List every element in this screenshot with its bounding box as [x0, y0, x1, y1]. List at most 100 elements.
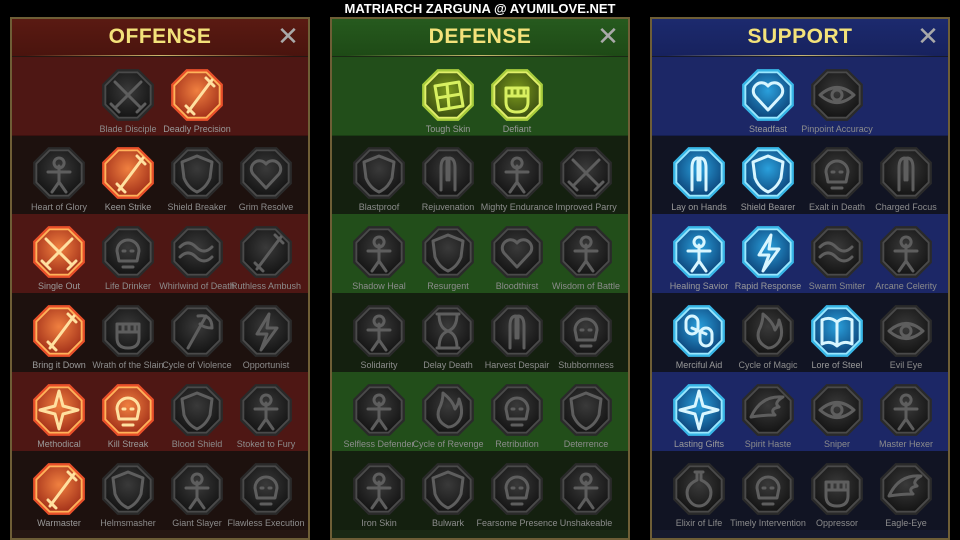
skill-lay-on-hands[interactable]: Lay on Hands: [664, 144, 734, 222]
skill-lore-of-steel[interactable]: Lore of Steel: [802, 302, 872, 380]
skill-harvest-despair[interactable]: Harvest Despair: [482, 302, 552, 380]
support-close-button[interactable]: ✕: [916, 23, 940, 49]
skill-cycle-of-revenge[interactable]: Cycle of Revenge: [412, 381, 484, 459]
skill-rejuvenation[interactable]: Rejuvenation: [413, 144, 483, 222]
skill-deadly-precision[interactable]: Deadly Precision: [162, 66, 232, 144]
skill-evil-eye[interactable]: Evil Eye: [871, 302, 941, 380]
skill-keen-strike[interactable]: Keen Strike: [93, 144, 163, 222]
defense-panel: DEFENSE ✕ Tough Skin Defiant Blastproof Rej…: [330, 17, 630, 540]
skill-bring-it-down[interactable]: Bring it Down: [24, 302, 94, 380]
skill-master-hexer[interactable]: Master Hexer: [871, 381, 941, 459]
hand-sword-icon: [30, 302, 88, 360]
skill-opportunist[interactable]: Opportunist: [231, 302, 301, 380]
skill-whirlwind-of-death[interactable]: Whirlwind of Death: [159, 223, 235, 301]
skill-spirit-haste[interactable]: Spirit Haste: [733, 381, 803, 459]
skill-bloodthirst[interactable]: Bloodthirst: [482, 223, 552, 301]
skill-rapid-response[interactable]: Rapid Response: [733, 223, 803, 301]
support-panel-title: SUPPORT: [747, 25, 853, 48]
skill-shield-bearer[interactable]: Shield Bearer: [733, 144, 803, 222]
heart-sparkle-icon: [739, 66, 797, 124]
skill-single-out[interactable]: Single Out: [24, 223, 94, 301]
skill-wrath-of-the-slain[interactable]: Wrath of the Slain: [92, 302, 164, 380]
skill-swarm-smiter[interactable]: Swarm Smiter: [802, 223, 872, 301]
armor-plates-icon: [419, 66, 477, 124]
skill-selfless-defender[interactable]: Selfless Defender: [343, 381, 415, 459]
sword-shield-icon: [168, 381, 226, 439]
skill-heart-of-glory[interactable]: Heart of Glory: [24, 144, 94, 222]
skill-eagle-eye[interactable]: Eagle-Eye: [871, 460, 941, 538]
skill-elixir-of-life[interactable]: Elixir of Life: [664, 460, 734, 538]
potion-icon: [670, 460, 728, 518]
skill-warmaster[interactable]: Warmaster: [24, 460, 94, 538]
skill-wisdom-of-battle[interactable]: Wisdom of Battle: [551, 223, 621, 301]
skill-arcane-celerity[interactable]: Arcane Celerity: [871, 223, 941, 301]
crowd-icon: [350, 302, 408, 360]
skill-grim-resolve[interactable]: Grim Resolve: [231, 144, 301, 222]
skill-pinpoint-accuracy[interactable]: Pinpoint Accuracy: [801, 66, 873, 144]
sparkle-sword-icon: [30, 460, 88, 518]
skill-unshakeable[interactable]: Unshakeable: [551, 460, 621, 538]
broken-heart-icon: [237, 144, 295, 202]
skill-delay-death[interactable]: Delay Death: [413, 302, 483, 380]
skill-label: Stoked to Fury: [236, 439, 296, 449]
skill-healing-savior[interactable]: Healing Savior: [664, 223, 734, 301]
skill-solidarity[interactable]: Solidarity: [344, 302, 414, 380]
skill-fearsome-presence[interactable]: Fearsome Presence: [476, 460, 558, 538]
skill-sniper[interactable]: Sniper: [802, 381, 872, 459]
skill-flawless-execution[interactable]: Flawless Execution: [227, 460, 305, 538]
defense-close-button[interactable]: ✕: [596, 23, 620, 49]
skill-merciful-aid[interactable]: Merciful Aid: [664, 302, 734, 380]
eye-target-icon: [808, 381, 866, 439]
radiant-shield-icon: [739, 144, 797, 202]
skill-deterrence[interactable]: Deterrence: [551, 381, 621, 459]
strongman-icon: [557, 460, 615, 518]
skill-label: Ruthless Ambush: [230, 281, 302, 291]
skill-resurgent[interactable]: Resurgent: [413, 223, 483, 301]
skill-shield-breaker[interactable]: Shield Breaker: [162, 144, 232, 222]
skill-label: Arcane Celerity: [875, 281, 937, 291]
skill-kill-streak[interactable]: Kill Streak: [93, 381, 163, 459]
skill-blastproof[interactable]: Blastproof: [344, 144, 414, 222]
skill-iron-skin[interactable]: Iron Skin: [344, 460, 414, 538]
skill-tough-skin[interactable]: Tough Skin: [413, 66, 483, 144]
charged-hand-icon: [877, 144, 935, 202]
support-panel: SUPPORT ✕ Steadfast Pinpoint Accuracy Lay …: [650, 17, 950, 540]
skill-ruthless-ambush[interactable]: Ruthless Ambush: [231, 223, 301, 301]
skill-timely-intervention[interactable]: Timely Intervention: [730, 460, 806, 538]
skill-oppressor[interactable]: Oppressor: [802, 460, 872, 538]
offense-close-button[interactable]: ✕: [276, 23, 300, 49]
healing-figure-icon: [670, 223, 728, 281]
muscle-icon: [488, 144, 546, 202]
skill-shadow-heal[interactable]: Shadow Heal: [344, 223, 414, 301]
support-panel-header: SUPPORT ✕: [652, 19, 948, 56]
skull-heart-icon: [488, 223, 546, 281]
header-divider: [26, 55, 294, 56]
skill-methodical[interactable]: Methodical: [24, 381, 94, 459]
skill-retribution[interactable]: Retribution: [482, 381, 552, 459]
skill-blood-shield[interactable]: Blood Shield: [162, 381, 232, 459]
pinpoint-icon: [808, 66, 866, 124]
skill-label: Improved Parry: [555, 202, 617, 212]
skill-improved-parry[interactable]: Improved Parry: [551, 144, 621, 222]
skill-stoked-to-fury[interactable]: Stoked to Fury: [231, 381, 301, 459]
skill-cycle-of-magic[interactable]: Cycle of Magic: [733, 302, 803, 380]
open-hand-icon: [488, 302, 546, 360]
skill-mighty-endurance[interactable]: Mighty Endurance: [481, 144, 553, 222]
dagger-icon: [168, 66, 226, 124]
skill-charged-focus[interactable]: Charged Focus: [871, 144, 941, 222]
helmet-icon: [99, 460, 157, 518]
hex-figure-icon: [877, 381, 935, 439]
skill-defiant[interactable]: Defiant: [482, 66, 552, 144]
skill-blade-disciple[interactable]: Blade Disciple: [93, 66, 163, 144]
skill-giant-slayer[interactable]: Giant Slayer: [162, 460, 232, 538]
skill-label: Deadly Precision: [163, 124, 231, 134]
skill-life-drinker[interactable]: Life Drinker: [93, 223, 163, 301]
skill-lasting-gifts[interactable]: Lasting Gifts: [664, 381, 734, 459]
skill-stubbornness[interactable]: Stubbornness: [551, 302, 621, 380]
skill-exalt-in-death[interactable]: Exalt in Death: [802, 144, 872, 222]
skill-bulwark[interactable]: Bulwark: [413, 460, 483, 538]
skill-cycle-of-violence[interactable]: Cycle of Violence: [162, 302, 232, 380]
spiked-skull-icon: [488, 381, 546, 439]
skill-helmsmasher[interactable]: Helmsmasher: [93, 460, 163, 538]
skill-steadfast[interactable]: Steadfast: [733, 66, 803, 144]
